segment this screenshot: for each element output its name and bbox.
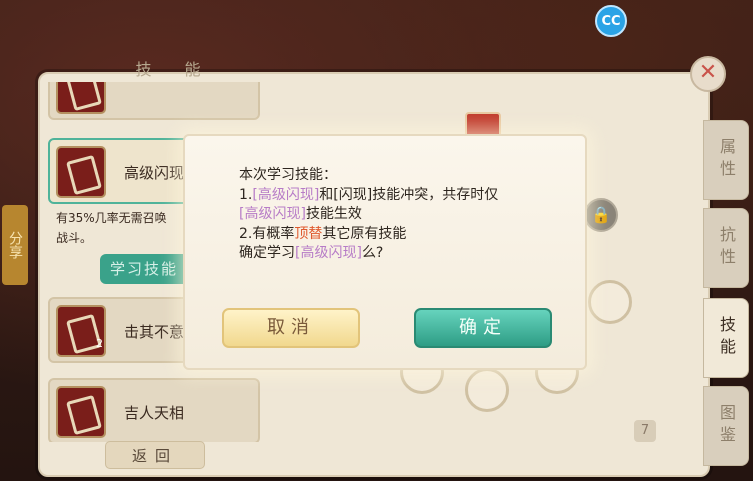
tab-attributes[interactable]: 属性: [703, 120, 749, 200]
skill-book-icon: [56, 82, 106, 114]
skill-name: 吉人天相: [124, 404, 185, 422]
skill-card[interactable]: 吉人天相: [48, 378, 260, 442]
close-button[interactable]: ✕: [690, 56, 726, 92]
skill-slot[interactable]: [465, 368, 509, 412]
confirm-dialog: 本次学习技能： 1.[高级闪现]和[闪现]技能冲突，共存时仅 [高级闪现]技能生…: [183, 134, 587, 370]
close-icon: ✕: [698, 60, 718, 85]
skill-name: 击其不意: [124, 323, 185, 341]
skill-slot[interactable]: [588, 280, 632, 324]
cc-badge[interactable]: CC: [595, 5, 627, 37]
skill-name: 高级闪现: [124, 164, 185, 182]
back-button[interactable]: 返回: [105, 441, 205, 469]
skill-card-partial[interactable]: [48, 82, 260, 120]
tab-skills[interactable]: 技能: [703, 298, 749, 378]
skill-book-icon: [56, 146, 106, 198]
dialog-line: [高级闪现]技能生效: [239, 206, 362, 222]
cancel-button[interactable]: 取消: [222, 308, 360, 348]
confirm-button[interactable]: 确定: [414, 308, 552, 348]
dialog-line: 1.[高级闪现]和[闪现]技能冲突，共存时仅: [239, 186, 499, 203]
skill-book-icon: [56, 386, 106, 438]
tab-handbook[interactable]: 图鉴: [703, 386, 749, 466]
tab-resistance[interactable]: 抗性: [703, 208, 749, 288]
dialog-line: 2.有概率顶替其它原有技能: [239, 225, 407, 242]
lock-icon[interactable]: 🔒: [584, 198, 618, 232]
dialog-message: 本次学习技能： 1.[高级闪现]和[闪现]技能冲突，共存时仅 [高级闪现]技能生…: [239, 166, 539, 264]
dialog-line: 确定学习[高级闪现]么?: [239, 245, 384, 261]
panel-title: 技 能: [135, 60, 215, 79]
share-tab[interactable]: 分享: [2, 205, 28, 285]
page-indicator: 7: [634, 420, 656, 442]
skill-count: 2: [96, 337, 103, 350]
skill-description: 有35%几率无需召唤 战斗。: [56, 211, 167, 245]
dialog-line: 本次学习技能：: [239, 167, 337, 183]
